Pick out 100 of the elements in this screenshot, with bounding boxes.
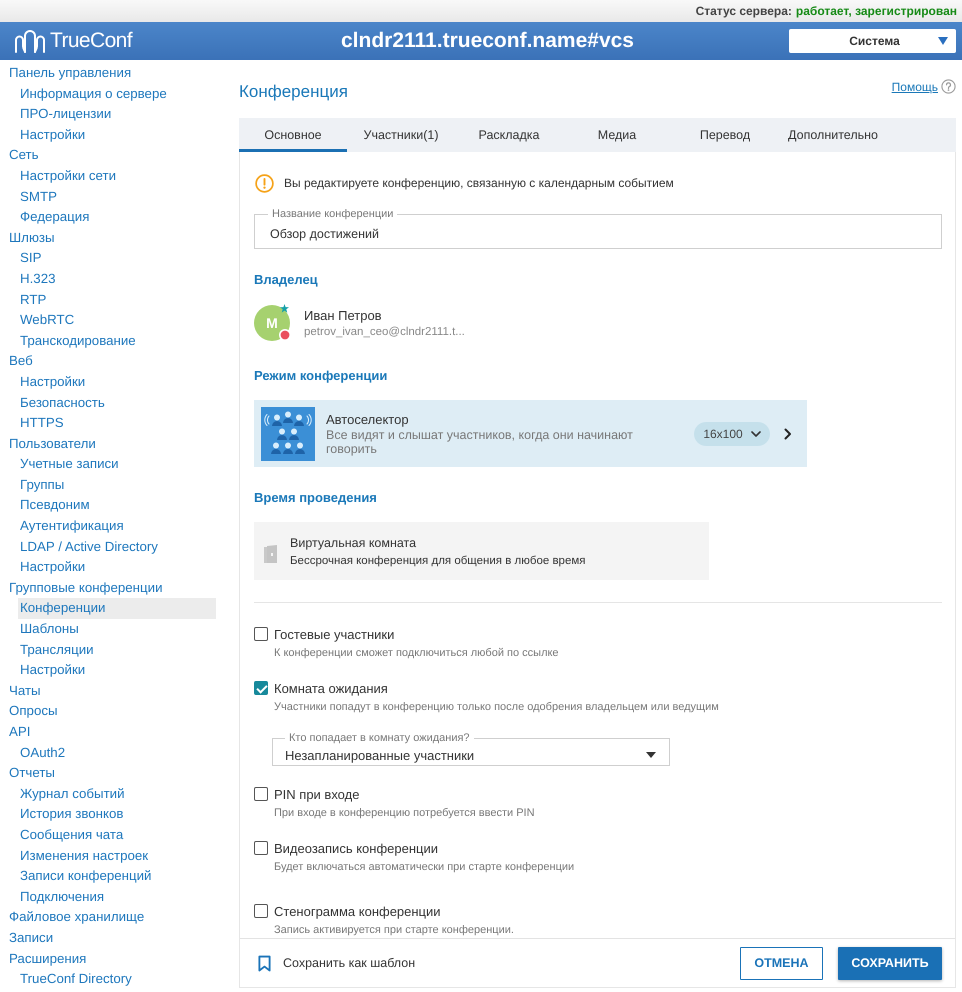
sidebar-subitem[interactable]: Настройки [18,124,216,146]
sidebar-item[interactable]: Отчеты [0,763,230,784]
owner-name: Иван Петров [304,308,383,323]
sidebar-subitem[interactable]: Конференции [18,598,216,620]
sidebar-item[interactable]: Файловое хранилище [0,907,230,928]
sidebar-subitem[interactable]: SMTP [18,186,216,208]
sidebar-subitem[interactable]: TrueConf Directory [18,969,216,990]
sidebar-subitem[interactable]: Федерация [18,207,216,228]
sidebar-subitem[interactable]: RTP [18,290,216,310]
sidebar-subitem[interactable]: Группы [18,474,216,496]
system-dropdown[interactable]: Система [789,29,956,53]
sidebar-subitem[interactable]: WebRTC [18,310,216,331]
tab[interactable]: Раскладка [455,118,563,152]
mode-description: Все видят и слышат участников, когда они начинают говорить [326,428,634,456]
option-description: При входе в конференцию потребуется ввести PIN [274,806,536,820]
status-value: работает, зарегистрирован [796,4,957,18]
sidebar-subitem[interactable]: SIP [18,248,216,269]
star-icon [280,304,289,313]
sidebar-subitem[interactable]: Трансляции [18,640,216,660]
logo-text: TrueConf [50,29,132,53]
waiting-room-select[interactable]: Кто попадает в комнату ожидания? Незапланированные участники [272,732,670,766]
sidebar-item[interactable]: Панель управления [0,63,230,84]
checkbox[interactable] [254,904,268,918]
sidebar-item[interactable]: API [0,722,230,743]
people-group-icon [261,406,315,460]
caret-icon [938,37,948,45]
sidebar-subitem[interactable]: H.323 [18,268,216,290]
help-icon[interactable] [941,79,956,94]
chevron-down-icon [750,430,761,436]
sidebar-subitem[interactable]: Учетные записи [18,454,216,475]
option-label[interactable]: Гостевые участники [274,626,394,642]
schedule-title: Виртуальная комната [290,536,418,550]
sidebar-item[interactable]: Чаты [0,680,230,702]
cancel-button[interactable]: ОТМЕНА [740,946,823,980]
option-description: К конференции сможет подключиться любой по ссылке [274,646,560,660]
sidebar-item[interactable]: Шлюзы [0,228,230,248]
status-dot-icon [279,329,291,341]
option-label[interactable]: Комната ожидания [274,680,388,696]
option-label[interactable]: Стенограмма конференции [274,904,441,918]
sidebar-subitem[interactable]: Настройки [18,372,216,392]
sidebar-subitem[interactable]: Настройки [18,557,216,578]
sidebar-subitem[interactable]: Журнал событий [18,784,216,804]
option-description: Запись активируется при старте конференции. [274,923,515,937]
sidebar-item[interactable]: Веб [0,351,230,372]
page-title: Конференция [239,82,348,102]
tab[interactable]: Медиа [563,118,671,152]
checkbox[interactable] [254,681,268,695]
option-label[interactable]: Видеозапись конференции [274,840,438,856]
status-label: Статус сервера: [696,4,792,18]
tab[interactable]: Участники(1) [347,118,455,152]
sidebar-item[interactable]: Опросы [0,701,230,722]
sidebar-item[interactable]: Сеть [0,145,230,166]
tab[interactable]: Перевод [671,118,779,152]
save-template-button[interactable]: Сохранить как шаблон [258,954,416,972]
sidebar-subitem[interactable]: Псевдоним [18,495,216,516]
checkbox[interactable] [254,627,268,641]
section-heading: Режим конференции [254,368,388,384]
server-title: clndr2111.trueconf.name#vcs [340,29,634,53]
caret-icon [646,752,656,758]
sidebar-subitem[interactable]: Настройки [18,660,216,681]
checkbox[interactable] [254,841,268,855]
sidebar-item[interactable]: Записи [0,928,230,949]
mode-card[interactable]: Автоселектор Все видят и слышат участников, когда они начинают говорить 16x100 [254,400,807,467]
sidebar-subitem[interactable]: Изменения настроек [18,846,216,866]
schedule-card[interactable]: Виртуальная комната Бессрочная конференция для общения в любое время [254,522,709,580]
sidebar-subitem[interactable]: Подключения [18,886,216,908]
save-button[interactable]: СОХРАНИТЬ [838,946,942,980]
option-description: Участники попадут в конференцию только после одобрения владельцем или ведущим [274,700,720,714]
field-label: Название конференции [271,208,394,221]
sidebar-subitem[interactable]: LDAP / Active Directory [18,536,216,558]
sidebar-item[interactable]: Расширения [0,948,230,970]
chevron-right-icon[interactable] [784,428,792,440]
section-heading: Владелец [254,272,319,288]
notice-text: Вы редактируете конференцию, связанную с календарным событием [284,176,674,190]
conference-name-field[interactable]: Название конференции Обзор достижений [254,208,942,249]
sidebar-subitem[interactable]: Информация о сервере [18,84,216,104]
sidebar-subitem[interactable]: HTTPS [18,413,216,434]
sidebar-subitem[interactable]: Сообщения чата [18,824,216,846]
bookmark-icon [258,954,271,972]
sidebar-subitem[interactable]: Транскодирование [18,330,216,352]
sidebar-subitem[interactable]: ПРО-лицензии [18,104,216,125]
sidebar-subitem[interactable]: Безопасность [18,392,216,414]
sidebar-subitem[interactable]: OAuth2 [18,742,216,764]
checkbox[interactable] [254,787,268,801]
sidebar-subitem[interactable]: Настройки сети [18,166,216,187]
tab[interactable]: Дополнительно [779,118,887,152]
schedule-description: Бессрочная конференция для общения в любое время [290,554,586,566]
avatar: М [254,305,290,341]
sidebar-subitem[interactable]: Шаблоны [18,619,216,640]
sidebar-item[interactable]: Пользователи [0,434,230,454]
sidebar-subitem[interactable]: Записи конференций [18,866,216,887]
owner-email: petrov_ivan_ceo@clndr2111.t... [304,326,465,338]
sidebar-item[interactable]: Групповые конференции [0,578,230,598]
option-description: Будет включаться автоматически при старте конференции [274,860,576,874]
sidebar-subitem[interactable]: Аутентификация [18,516,216,537]
sidebar-subitem[interactable]: История звонков [18,804,216,825]
tab[interactable]: Основное [239,118,347,152]
layout-dropdown[interactable]: 16x100 [694,422,770,446]
help-link[interactable]: Помощь [892,80,938,94]
option-label[interactable]: PIN при входе [274,786,360,802]
